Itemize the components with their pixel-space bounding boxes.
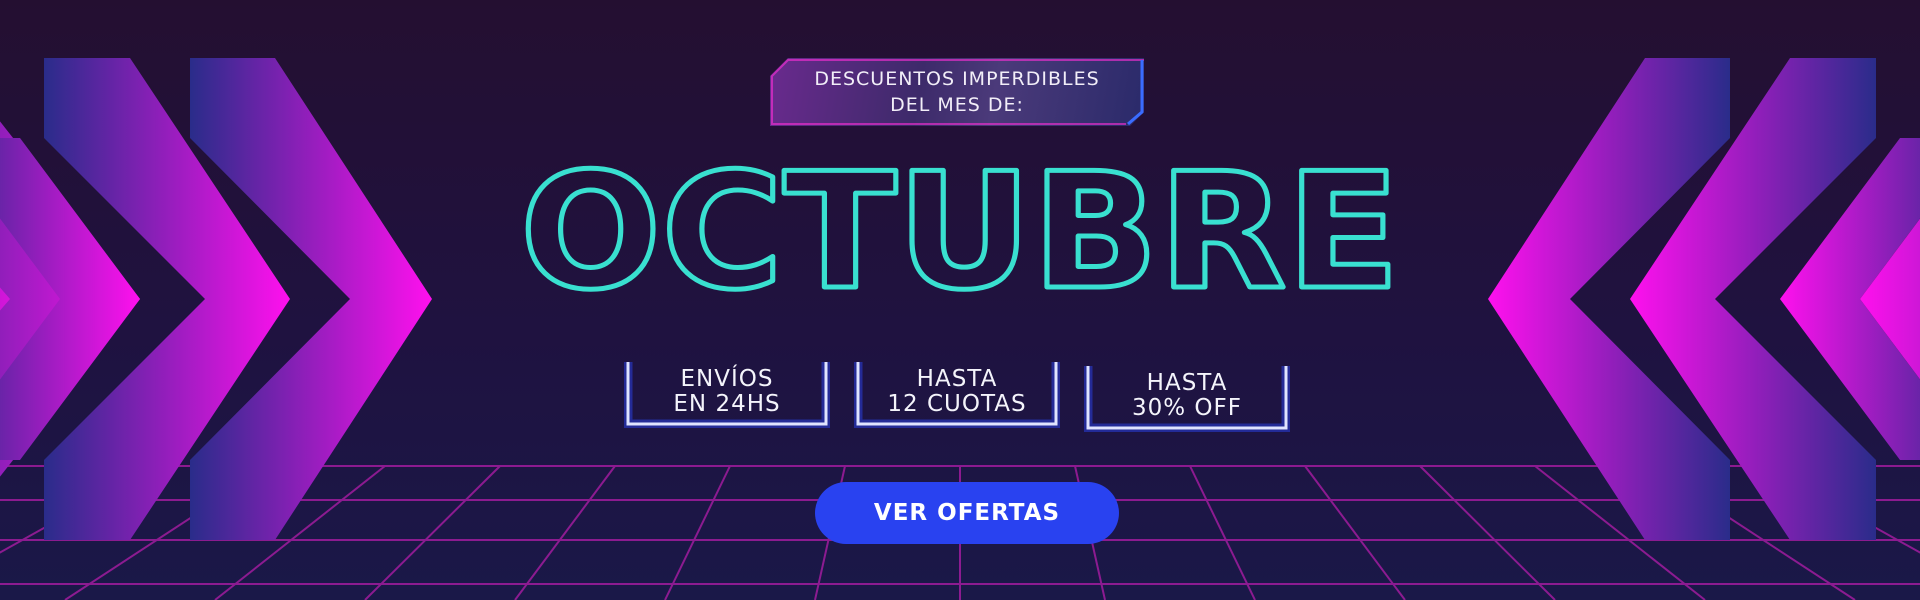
feature-discount-line-1: HASTA [1146,370,1228,396]
feature-badge-discount: HASTA 30% OFF [1084,360,1290,432]
feature-badge-installments: HASTA 12 CUOTAS [854,356,1060,428]
feature-discount-line-2: 30% OFF [1132,395,1242,421]
month-headline: OCTUBRE [500,136,1420,328]
tagline-line-2: DEL MES DE: [890,94,1024,116]
chevron-left-icon [1488,58,1920,540]
feature-installments-line-1: HASTA [916,366,998,392]
tagline-line-1: DESCUENTOS IMPERDIBLES [814,68,1100,90]
tagline-plate: DESCUENTOS IMPERDIBLES DEL MES DE: [770,58,1144,126]
feature-installments-line-2: 12 CUOTAS [887,391,1027,417]
feature-badge-shipping: ENVÍOS EN 24HS [624,356,830,428]
feature-shipping-line-1: ENVÍOS [680,366,774,392]
chevron-right-icon [0,58,432,540]
month-text: OCTUBRE [520,138,1400,325]
feature-shipping-line-2: EN 24HS [673,391,781,417]
view-offers-button[interactable]: VER OFERTAS [815,482,1119,544]
